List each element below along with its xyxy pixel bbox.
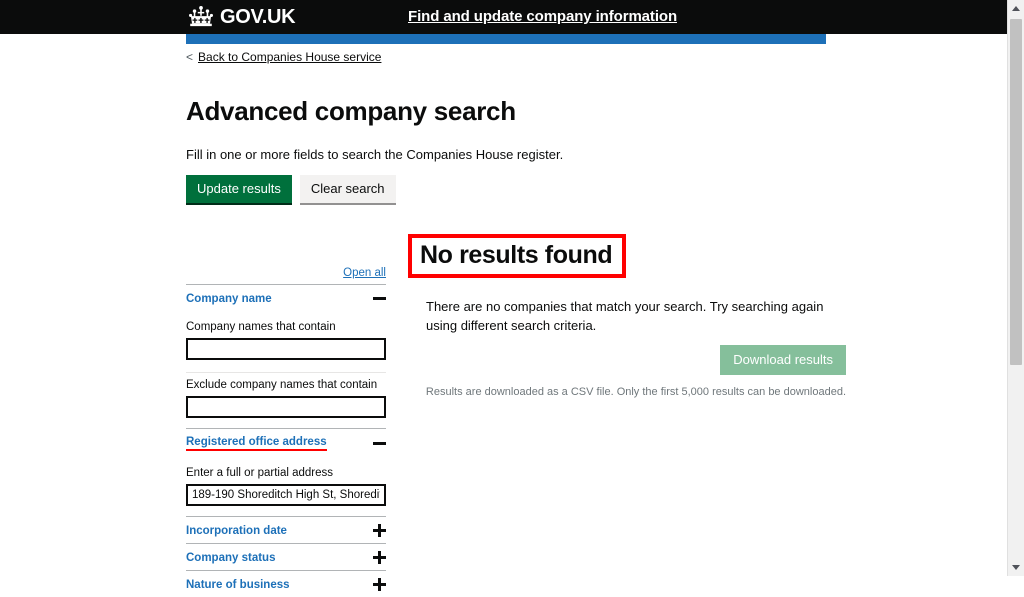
results-body-text: There are no companies that match your s… — [426, 299, 824, 333]
vertical-scrollbar[interactable] — [1007, 0, 1024, 576]
back-to-companies-house-link[interactable]: < Back to Companies House service — [186, 50, 381, 64]
crown-icon — [186, 5, 216, 28]
search-input[interactable] — [186, 484, 386, 506]
minus-icon[interactable] — [373, 292, 386, 305]
accordion-header-company-status[interactable]: Company status — [186, 544, 386, 570]
service-name-link[interactable]: Find and update company information — [408, 8, 677, 25]
search-filters-accordion: Company name Company names that contain Ex… — [186, 284, 386, 597]
search-input[interactable] — [186, 338, 386, 360]
search-action-buttons: Update results Clear search — [186, 175, 396, 203]
accordion-title: Incorporation date — [186, 524, 287, 537]
accordion-section: Nature of business — [186, 571, 386, 597]
search-input[interactable] — [186, 396, 386, 418]
govuk-logo-link[interactable]: GOV.UK — [186, 5, 296, 28]
accordion-header-nature-of-business[interactable]: Nature of business — [186, 571, 386, 597]
open-all-link[interactable]: Open all — [186, 267, 386, 279]
minus-icon[interactable] — [373, 437, 386, 450]
plus-icon[interactable] — [373, 551, 386, 564]
govuk-brand-name: GOV.UK — [220, 5, 296, 28]
field-label: Company names that contain — [186, 321, 336, 333]
accordion-title: Company status — [186, 551, 276, 564]
clear-search-button[interactable]: Clear search — [299, 175, 396, 203]
accordion-section: Incorporation date — [186, 517, 386, 543]
download-results-button[interactable]: Download results — [720, 345, 846, 375]
accordion-header-incorporation-date[interactable]: Incorporation date — [186, 517, 386, 543]
plus-icon[interactable] — [373, 578, 386, 591]
accordion-section: Company status — [186, 544, 386, 570]
accordion-body: Company names that contain Exclude compan… — [186, 311, 386, 428]
back-link-label: Back to Companies House service — [198, 50, 382, 64]
accordion-section: Company name Company names that contain Ex… — [186, 285, 386, 428]
accordion-title: Nature of business — [186, 578, 290, 591]
field-label: Enter a full or partial address — [186, 467, 334, 479]
download-note: Results are downloaded as a CSV file. On… — [425, 386, 846, 398]
page-title: Advanced company search — [186, 96, 516, 126]
govuk-header: GOV.UK Find and update company informati… — [0, 0, 1024, 34]
results-heading: No results found — [420, 241, 613, 269]
field-divider — [186, 372, 386, 373]
accordion-header-registered-office-address[interactable]: Registered office address — [186, 429, 386, 457]
accordion-section: Registered office address Enter a full or… — [186, 429, 386, 516]
accordion-title: Registered office address — [186, 436, 327, 451]
accordion-body: Enter a full or partial address — [186, 457, 386, 516]
scrollbar-thumb[interactable] — [1010, 19, 1022, 365]
no-results-annotation-box: No results found — [408, 234, 627, 279]
download-button-wrap: Download results — [408, 345, 846, 375]
plus-icon[interactable] — [373, 524, 386, 537]
update-results-button[interactable]: Update results — [186, 175, 292, 203]
accordion-title: Company name — [186, 292, 272, 305]
accordion-header-company-name[interactable]: Company name — [186, 285, 386, 311]
header-accent-bar — [186, 34, 826, 44]
field-label: Exclude company names that contain — [186, 379, 378, 391]
header-inner: GOV.UK Find and update company informati… — [186, 0, 826, 34]
page-intro: Fill in one or more fields to search the… — [186, 147, 564, 162]
scrollbar-up-arrow-icon[interactable] — [1008, 0, 1024, 17]
results-panel: No results found There are no companies … — [408, 234, 846, 398]
chevron-left-icon: < — [186, 50, 194, 64]
scrollbar-down-arrow-icon[interactable] — [1008, 559, 1024, 576]
